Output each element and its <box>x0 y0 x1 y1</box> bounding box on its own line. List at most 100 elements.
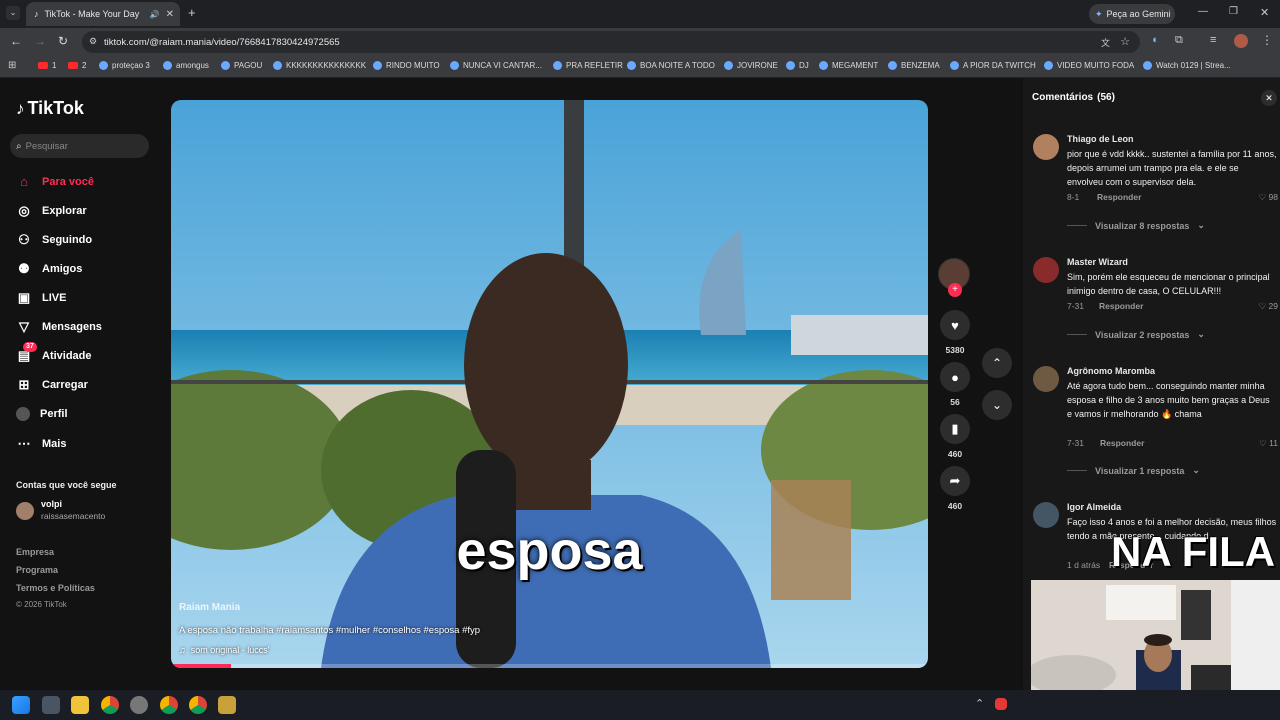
compass-icon: ◎ <box>18 203 30 218</box>
following-account[interactable]: volpi raissasemacento <box>16 499 156 523</box>
bookmark-6[interactable]: KKKKKKKKKKKKKKK <box>273 61 366 70</box>
bookmark-16[interactable]: VIDEO MUITO FODA <box>1044 61 1134 70</box>
extension-icon[interactable]: ◖ <box>1151 34 1158 46</box>
bookmark-17[interactable]: Watch 0129 | Strea... <box>1143 61 1231 70</box>
footer-termos[interactable]: Termos e Políticas <box>16 583 95 593</box>
heart-outline-icon: ♡ <box>1259 438 1267 448</box>
view-replies-button[interactable]: Visualizar 8 respostas ⌄ <box>1067 220 1205 231</box>
view-replies-button[interactable]: Visualizar 2 respostas ⌄ <box>1067 329 1205 340</box>
divider <box>1067 225 1087 226</box>
reply-button[interactable]: Responder <box>1099 301 1143 311</box>
bookmark-10[interactable]: BOA NOITE A TODO <box>627 61 715 70</box>
nav-mensagens[interactable]: ▽ Mensagens <box>16 319 102 335</box>
video-author[interactable]: Raiam Mania <box>179 602 240 613</box>
comment-like[interactable]: ♡ 98 <box>1259 192 1278 203</box>
app-lamp-icon[interactable] <box>218 696 236 714</box>
forward-button[interactable]: → <box>34 34 46 48</box>
app-icon[interactable] <box>130 696 148 714</box>
comment-avatar[interactable] <box>1033 134 1059 160</box>
comment-author[interactable]: Agrônomo Maromba <box>1067 366 1155 376</box>
bookmark-9[interactable]: PRA REFLETIR <box>553 61 623 70</box>
speaker-icon[interactable]: 🔊 <box>150 10 160 19</box>
tab-tiktok[interactable]: ♪ TikTok - Make Your Day 🔊 ✕ <box>26 2 180 26</box>
author-avatar[interactable]: + <box>938 258 970 297</box>
tray-app-icon[interactable] <box>995 698 1007 710</box>
address-bar[interactable]: ⚙ tiktok.com/@raiam.mania/video/76684178… <box>82 31 1140 53</box>
bookmark-11[interactable]: JOVIRONE <box>724 61 778 70</box>
comment-date: 8-1 <box>1067 192 1080 202</box>
bookmark-12[interactable]: DJ <box>786 61 809 70</box>
video-player[interactable]: esposa Raiam Mania A esposa não trabalha… <box>171 100 928 668</box>
back-button[interactable]: ← <box>10 34 22 48</box>
bookmark-4[interactable]: amongus <box>163 61 209 70</box>
bookmark-2[interactable]: 2 <box>68 61 86 70</box>
comment-avatar[interactable] <box>1033 366 1059 392</box>
minimize-button[interactable]: — <box>1198 6 1208 17</box>
tab-search-icon[interactable]: ≡ <box>1210 34 1216 46</box>
nav-atividade[interactable]: ▤ 37 Atividade <box>16 342 92 364</box>
activity-icon: ▤ 37 <box>16 342 37 364</box>
bookmark-star-icon[interactable]: ☆ <box>1120 35 1130 48</box>
previous-video-button[interactable]: ⌃ <box>982 348 1012 378</box>
bookmark-3[interactable]: proteçao 3 <box>99 61 150 70</box>
restore-button[interactable]: ❐ <box>1229 6 1238 17</box>
search-input[interactable]: ⌕ Pesquisar <box>10 134 149 158</box>
chrome-profile-2-icon[interactable] <box>189 696 207 714</box>
comment-avatar[interactable] <box>1033 257 1059 283</box>
extensions-puzzle-icon[interactable]: ⧉ <box>1175 34 1183 47</box>
reply-button[interactable]: Responder <box>1100 438 1144 448</box>
bookmark-13[interactable]: MEGAMENT <box>819 61 878 70</box>
chrome-icon[interactable] <box>101 696 119 714</box>
site-info-icon[interactable]: ⚙ <box>89 36 97 47</box>
file-explorer-icon[interactable] <box>71 696 89 714</box>
footer-programa[interactable]: Programa <box>16 565 58 575</box>
share-button[interactable]: ➦ <box>940 466 970 496</box>
save-button[interactable]: ▮ <box>940 414 970 444</box>
comment-author[interactable]: Igor Almeida <box>1067 502 1121 512</box>
nav-seguindo[interactable]: ⚇ Seguindo <box>16 232 92 248</box>
nav-carregar[interactable]: ⊞ Carregar <box>16 377 88 393</box>
like-button[interactable]: ♥ <box>940 310 970 340</box>
video-sound[interactable]: ♫ som original - luccs' <box>179 645 270 655</box>
tab-search-button[interactable]: ⌄ <box>6 6 20 20</box>
nav-explorar[interactable]: ◎ Explorar <box>16 203 86 219</box>
bookmark-15[interactable]: A PIOR DA TWITCH <box>950 61 1036 70</box>
footer-empresa[interactable]: Empresa <box>16 547 54 557</box>
reload-button[interactable]: ↻ <box>58 34 68 48</box>
close-comments-button[interactable]: ✕ <box>1261 90 1277 106</box>
comment-like[interactable]: ♡ 29 <box>1259 301 1278 312</box>
comment-author[interactable]: Thiago de Leon <box>1067 134 1134 144</box>
nav-live[interactable]: ▣ LIVE <box>16 290 67 306</box>
window-close-button[interactable]: ✕ <box>1260 6 1269 19</box>
search-placeholder: Pesquisar <box>25 140 68 152</box>
nav-amigos[interactable]: ⚉ Amigos <box>16 261 82 277</box>
comment-like[interactable]: ♡ 11 <box>1259 438 1278 449</box>
reply-button[interactable]: Responder <box>1097 192 1141 202</box>
chrome-profile-icon[interactable] <box>160 696 178 714</box>
tiktok-logo[interactable]: ♪ TikTok <box>16 98 84 119</box>
translate-icon[interactable]: 文 <box>1101 36 1110 49</box>
new-tab-button[interactable]: + <box>188 5 196 20</box>
comment-avatar[interactable] <box>1033 502 1059 528</box>
comment-button[interactable]: ● <box>940 362 970 392</box>
bookmark-14[interactable]: BENZEMA <box>888 61 940 70</box>
gemini-button[interactable]: ✦ Peça ao Gemini <box>1089 4 1175 24</box>
next-video-button[interactable]: ⌄ <box>982 390 1012 420</box>
bookmark-8[interactable]: NUNCA VI CANTAR... <box>450 61 542 70</box>
profile-avatar-icon[interactable] <box>1234 34 1248 48</box>
tab-close-icon[interactable]: ✕ <box>166 9 174 20</box>
apps-grid-icon[interactable]: ⊞ <box>8 60 16 71</box>
nav-para-voce[interactable]: ⌂ Para você <box>16 174 94 190</box>
bookmark-5[interactable]: PAGOU <box>221 61 262 70</box>
nav-mais[interactable]: ⋯ Mais <box>16 436 67 452</box>
bookmark-1[interactable]: 1 <box>38 61 56 70</box>
windows-start-icon[interactable] <box>12 696 30 714</box>
follow-plus-icon[interactable]: + <box>948 283 962 297</box>
browser-menu-icon[interactable]: ⋮ <box>1261 33 1273 47</box>
bookmark-7[interactable]: RINDO MUITO <box>373 61 440 70</box>
nav-perfil[interactable]: Perfil <box>16 407 68 421</box>
tray-chevron-icon[interactable]: ⌃ <box>975 697 984 710</box>
calculator-icon[interactable] <box>42 696 60 714</box>
view-replies-button[interactable]: Visualizar 1 resposta ⌄ <box>1067 465 1200 476</box>
comment-author[interactable]: Master Wizard <box>1067 257 1128 267</box>
